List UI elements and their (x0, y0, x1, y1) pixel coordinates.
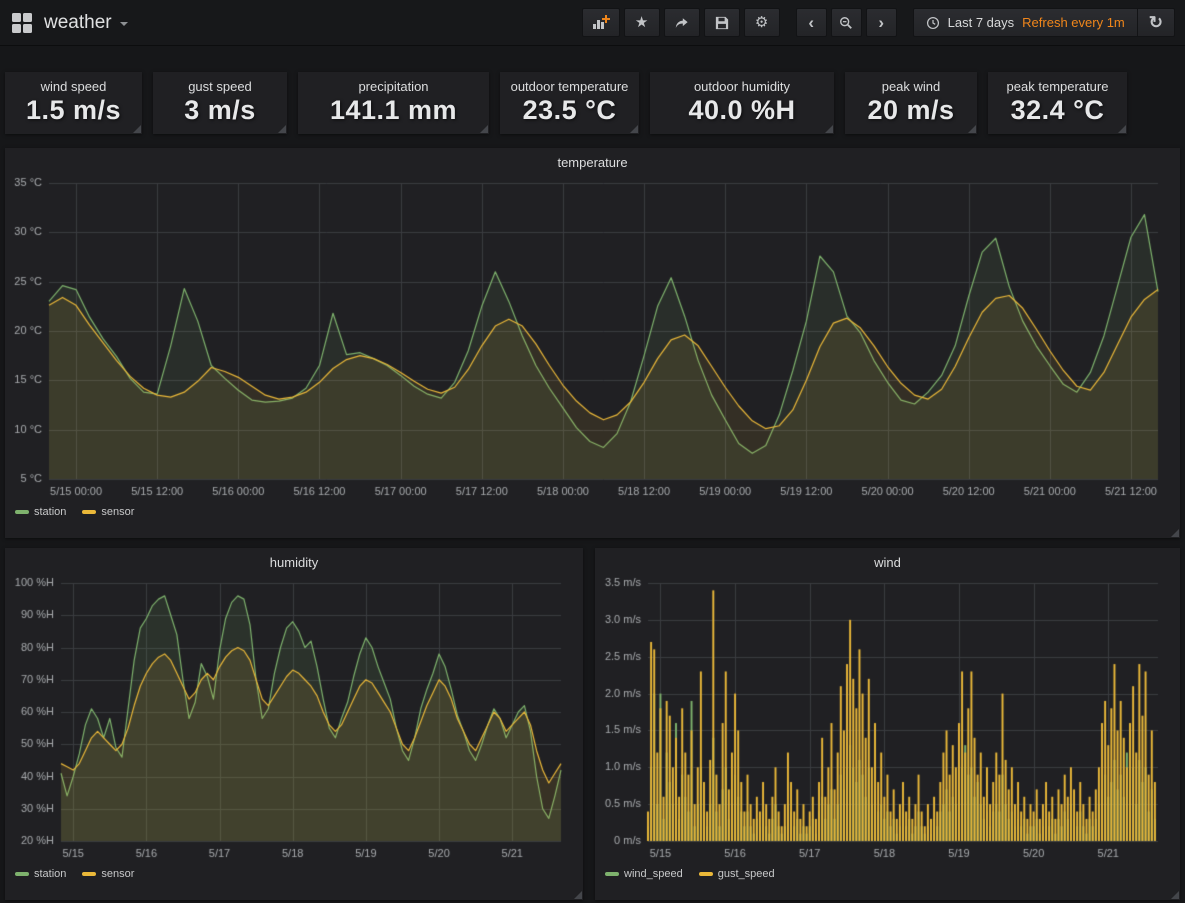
panel-temperature: temperature station sensor (5, 148, 1180, 538)
stat-title[interactable]: outdoor humidity (650, 79, 834, 94)
navbar-actions: ★ ⚙ ‹ (582, 8, 1175, 37)
humidity-graph-canvas[interactable] (11, 573, 577, 865)
chevron-left-icon: ‹ (808, 14, 814, 31)
stat-title[interactable]: peak temperature (988, 79, 1127, 94)
resize-handle[interactable] (574, 891, 582, 899)
legend: station sensor (5, 865, 583, 886)
save-icon (715, 16, 729, 30)
navbar: weather ★ (0, 0, 1185, 46)
resize-handle[interactable] (1118, 125, 1126, 133)
refresh-interval-label[interactable]: Refresh every 1m (1022, 15, 1125, 30)
stat-value: 1.5 m/s (5, 95, 142, 126)
stat-panel-peak-wind: peak wind 20 m/s (845, 72, 977, 134)
zoom-out-button[interactable] (831, 8, 862, 37)
time-range-label: Last 7 days (948, 15, 1015, 30)
dashboard-action-buttons: ★ ⚙ (582, 8, 780, 37)
bar-chart-plus-icon (592, 15, 610, 30)
stat-panel-outdoor-temperature: outdoor temperature 23.5 °C (500, 72, 639, 134)
resize-handle[interactable] (630, 125, 638, 133)
star-icon: ★ (635, 15, 648, 30)
dashboard-title-menu[interactable]: weather (44, 12, 128, 34)
resize-handle[interactable] (825, 125, 833, 133)
resize-handle[interactable] (480, 125, 488, 133)
grafana-logo[interactable] (12, 13, 32, 33)
time-forward-button[interactable]: › (866, 8, 897, 37)
bottom-row: humidity station sensor wind wind (5, 548, 1180, 900)
zoom-out-icon (839, 16, 853, 30)
stat-title[interactable]: peak wind (845, 79, 977, 94)
time-nav-buttons: ‹ › (796, 8, 897, 37)
resize-handle[interactable] (968, 125, 976, 133)
legend-label[interactable]: gust_speed (718, 868, 775, 880)
legend-color-icon (82, 510, 96, 514)
resize-handle[interactable] (278, 125, 286, 133)
legend-label[interactable]: station (34, 868, 66, 880)
stat-panel-outdoor-humidity: outdoor humidity 40.0 %H (650, 72, 834, 134)
legend-item-sensor[interactable]: sensor (82, 868, 134, 880)
stat-title[interactable]: precipitation (298, 79, 489, 94)
page-title: weather (44, 12, 112, 34)
stat-title[interactable]: outdoor temperature (500, 79, 639, 94)
legend-label[interactable]: station (34, 506, 66, 518)
legend-color-icon (15, 872, 29, 876)
legend: wind_speed gust_speed (595, 865, 1180, 886)
save-button[interactable] (704, 8, 740, 37)
legend-item-station[interactable]: station (15, 506, 66, 518)
stat-panel-wind-speed: wind speed 1.5 m/s (5, 72, 142, 134)
chevron-down-icon (120, 22, 128, 26)
legend-item-gust-speed[interactable]: gust_speed (699, 868, 775, 880)
legend-color-icon (699, 872, 713, 876)
gear-icon: ⚙ (755, 15, 768, 30)
legend-label[interactable]: sensor (101, 506, 134, 518)
time-picker: Last 7 days Refresh every 1m ↻ (913, 8, 1175, 37)
share-button[interactable] (664, 8, 700, 37)
stat-value: 23.5 °C (500, 95, 639, 126)
legend-color-icon (15, 510, 29, 514)
singlestat-row: wind speed 1.5 m/s gust speed 3 m/s prec… (5, 72, 1180, 134)
dashboard: wind speed 1.5 m/s gust speed 3 m/s prec… (0, 46, 1185, 900)
settings-button[interactable]: ⚙ (744, 8, 780, 37)
legend-item-station[interactable]: station (15, 868, 66, 880)
panel-title[interactable]: humidity (5, 548, 583, 573)
legend-label[interactable]: wind_speed (624, 868, 683, 880)
stat-value: 141.1 mm (298, 95, 489, 126)
share-icon (674, 16, 689, 30)
refresh-button[interactable]: ↻ (1137, 9, 1174, 36)
stat-value: 20 m/s (845, 95, 977, 126)
stat-value: 40.0 %H (650, 95, 834, 126)
stat-panel-peak-temperature: peak temperature 32.4 °C (988, 72, 1127, 134)
panel-title[interactable]: wind (595, 548, 1180, 573)
legend-item-sensor[interactable]: sensor (82, 506, 134, 518)
add-panel-button[interactable] (582, 8, 620, 37)
star-button[interactable]: ★ (624, 8, 660, 37)
panel-humidity: humidity station sensor (5, 548, 583, 900)
legend: station sensor (5, 503, 1180, 524)
legend-item-wind-speed[interactable]: wind_speed (605, 868, 683, 880)
panel-title[interactable]: temperature (5, 148, 1180, 173)
stat-title[interactable]: gust speed (153, 79, 287, 94)
clock-icon (926, 16, 940, 30)
chevron-right-icon: › (878, 14, 884, 31)
panel-wind: wind wind_speed gust_speed (595, 548, 1180, 900)
wind-graph-canvas[interactable] (601, 573, 1174, 865)
legend-color-icon (605, 872, 619, 876)
refresh-icon: ↻ (1149, 14, 1163, 31)
resize-handle[interactable] (1171, 529, 1179, 537)
stat-panel-gust-speed: gust speed 3 m/s (153, 72, 287, 134)
time-range-button[interactable]: Last 7 days Refresh every 1m (914, 15, 1137, 30)
resize-handle[interactable] (1171, 891, 1179, 899)
stat-title[interactable]: wind speed (5, 79, 142, 94)
temperature-graph-canvas[interactable] (11, 173, 1174, 503)
legend-color-icon (82, 872, 96, 876)
stat-panel-precipitation: precipitation 141.1 mm (298, 72, 489, 134)
time-back-button[interactable]: ‹ (796, 8, 827, 37)
resize-handle[interactable] (133, 125, 141, 133)
stat-value: 3 m/s (153, 95, 287, 126)
legend-label[interactable]: sensor (101, 868, 134, 880)
stat-value: 32.4 °C (988, 95, 1127, 126)
